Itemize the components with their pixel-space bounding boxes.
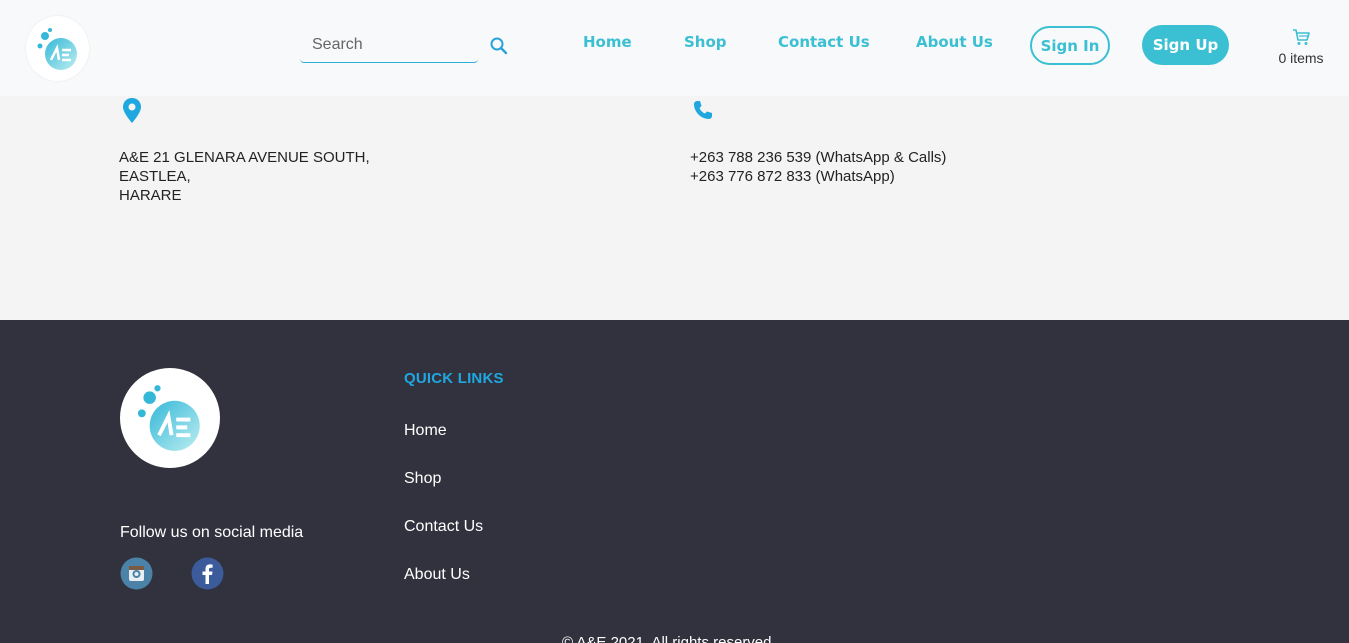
sign-in-button[interactable]: Sign In	[1030, 26, 1110, 65]
ae-logo-icon	[137, 385, 200, 451]
facebook-link[interactable]	[191, 557, 224, 590]
nav-contact-us[interactable]: Contact Us	[778, 33, 870, 51]
address-line-1: A&E 21 GLENARA AVENUE SOUTH,	[119, 149, 370, 166]
store-address: A&E 21 GLENARA AVENUE SOUTH, EASTLEA, HA…	[119, 148, 370, 205]
instagram-link[interactable]	[120, 557, 153, 590]
phone-icon	[692, 99, 714, 121]
footer-logo[interactable]	[120, 368, 220, 468]
quick-links-title: QUICK LINKS	[404, 370, 504, 387]
copyright-text: © A&E 2021. All rights reserved.	[562, 634, 776, 643]
footer-link-contact-us[interactable]: Contact Us	[404, 518, 483, 536]
cart-button[interactable]: 0 items	[1270, 28, 1332, 72]
footer-link-shop[interactable]: Shop	[404, 470, 441, 488]
instagram-icon	[120, 557, 153, 590]
cart-count: 0 items	[1278, 50, 1324, 66]
address-line-3: HARARE	[119, 187, 182, 204]
phone-line-1: +263 788 236 539 (WhatsApp & Calls)	[690, 149, 947, 166]
facebook-icon	[191, 557, 224, 590]
nav-home[interactable]: Home	[583, 33, 632, 51]
search-icon	[490, 37, 508, 55]
ae-logo-icon	[37, 27, 77, 70]
site-header: Home Shop Contact Us About Us Sign In Si…	[0, 0, 1349, 96]
search-box	[300, 28, 478, 63]
footer-link-home[interactable]: Home	[404, 422, 447, 440]
nav-about-us[interactable]: About Us	[916, 33, 993, 51]
search-input[interactable]	[300, 28, 478, 62]
cart-icon	[1293, 29, 1310, 45]
sign-up-button[interactable]: Sign Up	[1142, 25, 1229, 65]
footer-link-about-us[interactable]: About Us	[404, 566, 470, 584]
site-logo[interactable]	[26, 16, 89, 81]
phone-line-2: +263 776 872 833 (WhatsApp)	[690, 168, 895, 185]
address-line-2: EASTLEA,	[119, 168, 191, 185]
follow-us-text: Follow us on social media	[120, 524, 304, 541]
site-footer: Follow us on social media QUICK LINKS Ho…	[0, 320, 1349, 643]
nav-shop[interactable]: Shop	[684, 33, 727, 51]
location-pin-icon	[122, 97, 142, 124]
phone-numbers: +263 788 236 539 (WhatsApp & Calls) +263…	[690, 148, 946, 186]
search-button[interactable]	[489, 36, 509, 56]
